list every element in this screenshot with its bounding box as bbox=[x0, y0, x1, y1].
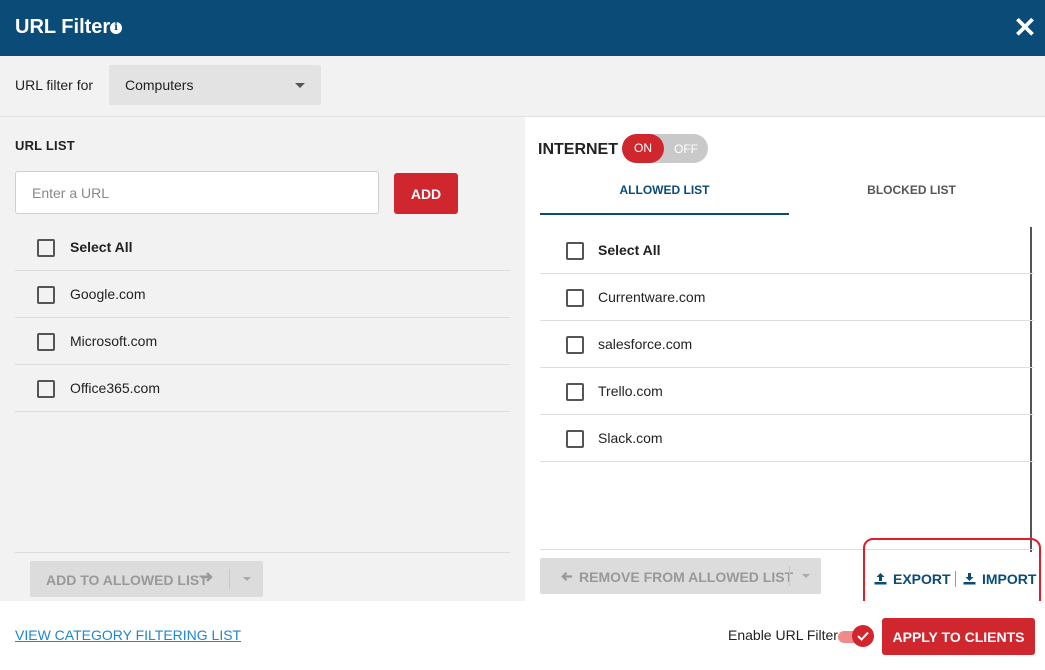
close-icon[interactable]: ✕ bbox=[1013, 14, 1037, 42]
filter-for-label: URL filter for bbox=[15, 77, 94, 93]
caret-down-icon[interactable] bbox=[802, 574, 810, 578]
item-checkbox[interactable] bbox=[566, 289, 584, 307]
arrow-right-icon bbox=[200, 570, 214, 587]
divider bbox=[955, 571, 956, 587]
tab-allowed-list[interactable]: ALLOWED LIST bbox=[540, 183, 789, 197]
select-all-row[interactable]: Select All bbox=[540, 227, 1034, 274]
upload-icon bbox=[874, 572, 887, 585]
import-button[interactable]: IMPORT bbox=[963, 571, 1036, 587]
list-item-label: Currentware.com bbox=[598, 289, 706, 305]
filter-bar: URL filter for Computers bbox=[0, 56, 1045, 117]
add-to-allowed-button[interactable]: ADD TO ALLOWED LIST bbox=[30, 561, 263, 597]
list-item-label: salesforce.com bbox=[598, 336, 693, 352]
list-item-label: Trello.com bbox=[598, 383, 663, 399]
remove-from-allowed-label: REMOVE FROM ALLOWED LIST bbox=[579, 569, 794, 585]
select-all-row[interactable]: Select All bbox=[15, 224, 510, 271]
url-list-title: URL LIST bbox=[15, 138, 75, 153]
list-item[interactable]: Slack.com bbox=[540, 415, 1034, 462]
active-tab-indicator bbox=[540, 213, 789, 215]
list-item[interactable]: Microsoft.com bbox=[15, 318, 510, 365]
list-item[interactable]: Currentware.com bbox=[540, 274, 1034, 321]
caret-down-icon bbox=[295, 83, 305, 88]
internet-panel: INTERNET ON OFF ALLOWED LIST BLOCKED LIS… bbox=[525, 117, 1045, 611]
list-item-label: Microsoft.com bbox=[70, 333, 158, 349]
target-select-value: Computers bbox=[125, 77, 194, 93]
add-to-allowed-label: ADD TO ALLOWED LIST bbox=[46, 572, 208, 588]
list-item[interactable]: Google.com bbox=[15, 271, 510, 318]
check-icon bbox=[852, 625, 874, 647]
enable-url-filter-label: Enable URL Filter bbox=[728, 627, 838, 643]
arrow-left-icon bbox=[560, 570, 573, 586]
split-separator bbox=[789, 566, 790, 586]
select-all-label: Select All bbox=[598, 242, 661, 258]
apply-to-clients-button[interactable]: APPLY TO CLIENTS bbox=[882, 618, 1035, 655]
window-title: URL Filter bbox=[15, 16, 111, 38]
allowed-list: Select All Currentware.com salesforce.co… bbox=[540, 227, 1034, 462]
download-icon bbox=[963, 572, 976, 585]
url-list: Select All Google.com Microsoft.com Offi… bbox=[15, 224, 510, 412]
list-item-label: Office365.com bbox=[70, 380, 161, 396]
item-checkbox[interactable] bbox=[566, 383, 584, 401]
url-list-panel: URL LIST ADD Select All Google.com Micro… bbox=[0, 117, 525, 601]
url-input[interactable] bbox=[15, 171, 379, 214]
item-checkbox[interactable] bbox=[37, 380, 55, 398]
export-label: EXPORT bbox=[893, 571, 951, 587]
item-checkbox[interactable] bbox=[37, 333, 55, 351]
split-separator bbox=[229, 569, 230, 589]
caret-down-icon[interactable] bbox=[243, 577, 251, 581]
tab-blocked-list[interactable]: BLOCKED LIST bbox=[789, 183, 1034, 197]
list-item-label: Google.com bbox=[70, 286, 146, 302]
internet-label: INTERNET bbox=[538, 141, 618, 158]
select-all-checkbox[interactable] bbox=[37, 239, 55, 257]
title-bar: URL Filter i ✕ bbox=[0, 0, 1045, 56]
add-url-button[interactable]: ADD bbox=[394, 173, 458, 214]
list-item[interactable]: salesforce.com bbox=[540, 321, 1034, 368]
target-select[interactable]: Computers bbox=[109, 65, 321, 105]
enable-url-filter-toggle[interactable] bbox=[838, 625, 874, 647]
item-checkbox[interactable] bbox=[566, 430, 584, 448]
list-item[interactable]: Trello.com bbox=[540, 368, 1034, 415]
select-all-checkbox[interactable] bbox=[566, 242, 584, 260]
item-checkbox[interactable] bbox=[37, 286, 55, 304]
list-item[interactable]: Office365.com bbox=[15, 365, 510, 412]
divider bbox=[15, 552, 510, 553]
footer: VIEW CATEGORY FILTERING LIST Enable URL … bbox=[0, 601, 1045, 670]
export-button[interactable]: EXPORT bbox=[874, 571, 951, 587]
view-category-link[interactable]: VIEW CATEGORY FILTERING LIST bbox=[15, 627, 241, 643]
info-icon[interactable]: i bbox=[110, 22, 122, 34]
list-item-label: Slack.com bbox=[598, 430, 663, 446]
toggle-on-label: ON bbox=[622, 134, 664, 163]
internet-toggle[interactable]: ON OFF bbox=[622, 134, 708, 163]
remove-from-allowed-button[interactable]: REMOVE FROM ALLOWED LIST bbox=[540, 558, 821, 594]
item-checkbox[interactable] bbox=[566, 336, 584, 354]
toggle-off-label: OFF bbox=[674, 142, 698, 156]
import-label: IMPORT bbox=[982, 571, 1037, 587]
select-all-label: Select All bbox=[70, 239, 133, 255]
